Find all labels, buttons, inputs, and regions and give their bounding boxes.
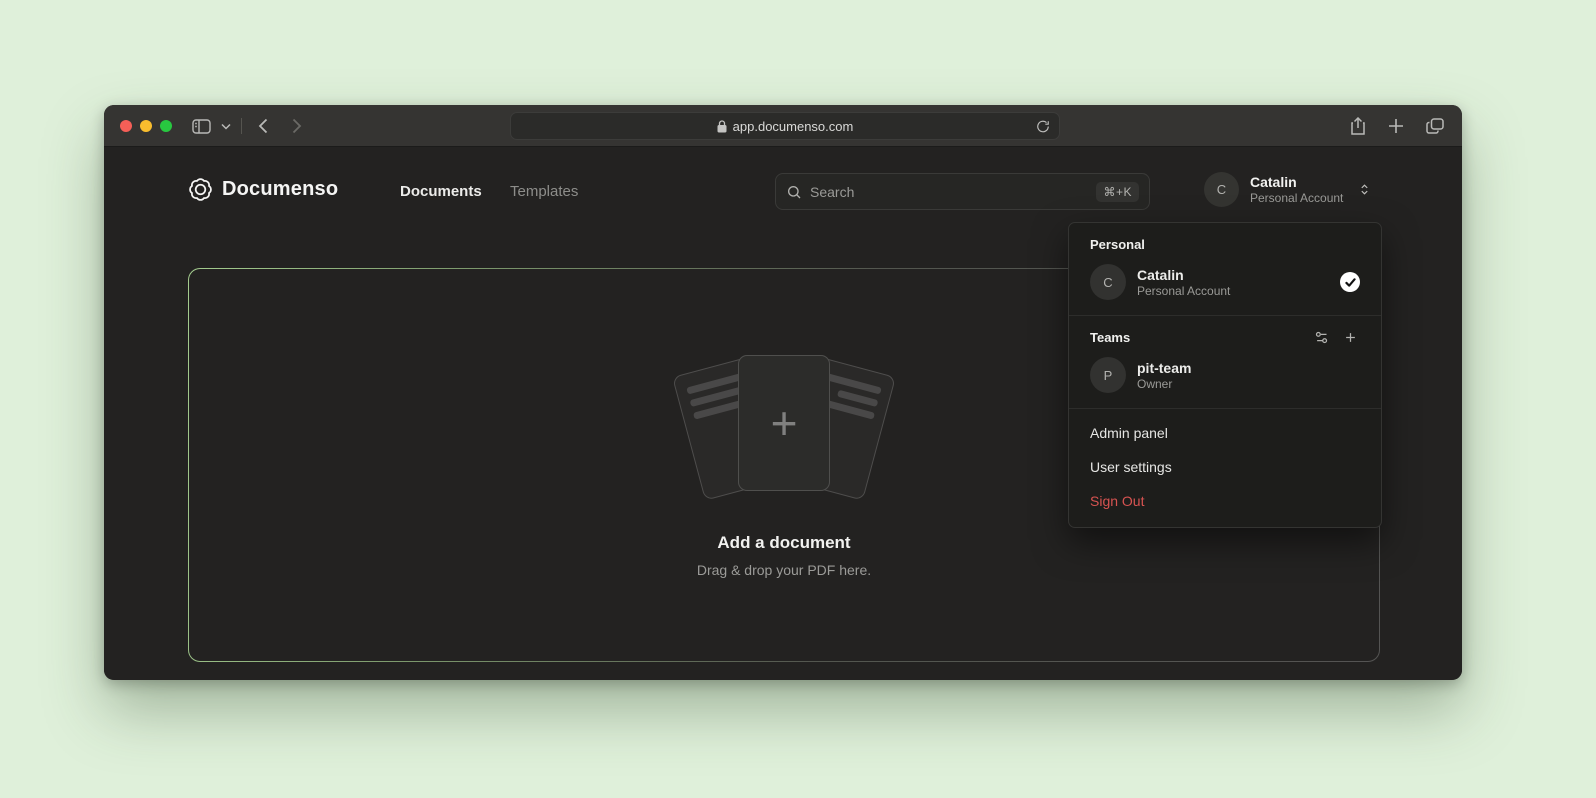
forward-button[interactable] xyxy=(292,118,302,134)
brand-name: Documenso xyxy=(222,178,338,201)
browser-window: app.documenso.com xyxy=(104,105,1462,680)
account-menu-button[interactable]: C Catalin Personal Account xyxy=(1204,172,1371,207)
team-avatar: P xyxy=(1090,357,1126,393)
back-button[interactable] xyxy=(258,118,268,134)
add-document-card: + xyxy=(738,355,830,491)
brand[interactable]: Documenso xyxy=(188,177,338,202)
url-text: app.documenso.com xyxy=(733,119,854,134)
account-avatar: C xyxy=(1204,172,1239,207)
teams-section: Teams P pit-team Owner xyxy=(1069,315,1381,408)
menu-item-sign-out[interactable]: Sign Out xyxy=(1069,484,1381,518)
team-settings-icon[interactable] xyxy=(1314,330,1329,345)
tab-overview-icon[interactable] xyxy=(1426,118,1444,134)
chevron-down-icon[interactable] xyxy=(221,123,231,130)
toolbar-divider xyxy=(241,118,242,134)
menu-actions-section: Admin panel User settings Sign Out xyxy=(1069,408,1381,527)
traffic-lights xyxy=(120,120,172,132)
nav-templates[interactable]: Templates xyxy=(510,183,578,200)
plus-icon: + xyxy=(771,400,798,446)
lock-icon xyxy=(717,120,727,133)
minimize-window-button[interactable] xyxy=(140,120,152,132)
account-type: Personal Account xyxy=(1250,191,1343,205)
search-shortcut-badge: ⌘+K xyxy=(1096,182,1139,202)
chevrons-up-down-icon xyxy=(1358,182,1371,197)
close-window-button[interactable] xyxy=(120,120,132,132)
browser-titlebar: app.documenso.com xyxy=(104,105,1462,147)
account-name: Catalin xyxy=(1250,174,1343,191)
add-team-icon[interactable] xyxy=(1343,330,1358,345)
personal-section: Personal C Catalin Personal Account xyxy=(1069,223,1381,315)
menu-item-user-settings[interactable]: User settings xyxy=(1069,450,1381,484)
personal-sub: Personal Account xyxy=(1137,284,1329,299)
share-icon[interactable] xyxy=(1350,117,1366,136)
team-name: pit-team xyxy=(1137,359,1360,377)
nav-documents[interactable]: Documents xyxy=(400,183,482,200)
sidebar-toggle-icon[interactable] xyxy=(192,119,211,134)
menu-item-admin-panel[interactable]: Admin panel xyxy=(1069,416,1381,450)
address-bar[interactable]: app.documenso.com xyxy=(510,112,1060,140)
search-icon xyxy=(786,184,802,200)
personal-name: Catalin xyxy=(1137,266,1329,284)
reload-icon[interactable] xyxy=(1036,119,1050,134)
app-content: Documenso Documents Templates ⌘+K C Cata… xyxy=(104,147,1462,679)
dropzone-subtitle: Drag & drop your PDF here. xyxy=(697,562,871,578)
search-box[interactable]: ⌘+K xyxy=(775,173,1150,210)
personal-account-item[interactable]: C Catalin Personal Account xyxy=(1081,262,1369,302)
zoom-window-button[interactable] xyxy=(160,120,172,132)
personal-section-label: Personal xyxy=(1081,234,1369,262)
teams-section-label: Teams xyxy=(1081,327,1369,355)
account-dropdown-menu: Personal C Catalin Personal Account Team… xyxy=(1068,222,1382,528)
team-role: Owner xyxy=(1137,377,1360,392)
search-input[interactable] xyxy=(810,184,1088,200)
documents-illustration: + xyxy=(669,353,899,503)
check-circle-icon xyxy=(1340,272,1360,292)
dropzone-title: Add a document xyxy=(717,533,850,553)
documenso-logo-icon xyxy=(188,177,213,202)
personal-avatar: C xyxy=(1090,264,1126,300)
new-tab-icon[interactable] xyxy=(1388,118,1404,134)
team-item[interactable]: P pit-team Owner xyxy=(1081,355,1369,395)
